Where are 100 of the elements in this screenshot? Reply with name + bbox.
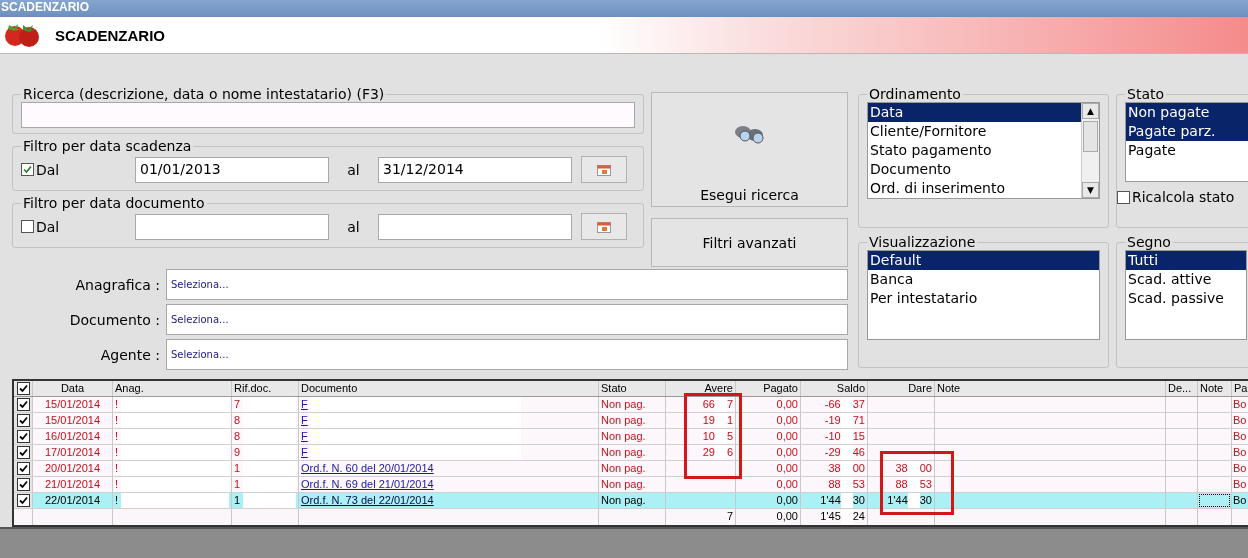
- window-title: SCADENZARIO: [0, 0, 1248, 17]
- list-item[interactable]: Per intestatario: [868, 289, 1099, 308]
- list-item[interactable]: Banca: [868, 270, 1099, 289]
- column-header[interactable]: Rif.doc.: [234, 381, 272, 396]
- scrollbar-thumb[interactable]: [1083, 121, 1098, 152]
- date-field[interactable]: 31/12/2014: [378, 156, 572, 183]
- table-cell: 8: [234, 413, 241, 428]
- check-icon: [23, 165, 32, 174]
- row-checkbox[interactable]: [16, 478, 30, 491]
- column-header[interactable]: Avere: [704, 381, 733, 396]
- date-field[interactable]: [135, 213, 329, 240]
- row-checkbox[interactable]: [16, 414, 30, 427]
- column-header[interactable]: Note: [1200, 381, 1224, 396]
- table-cell: 9: [234, 445, 241, 460]
- table-cell: 53: [852, 477, 865, 492]
- group-title: Filtro per data scadenza: [22, 138, 193, 154]
- list-item[interactable]: Data: [868, 103, 1081, 122]
- table-cell[interactable]: F: [301, 413, 308, 428]
- table-cell[interactable]: Ord.f. N. 73 del 22/01/2014: [301, 493, 434, 508]
- scroll-down-button[interactable]: ▼: [1082, 182, 1099, 198]
- row-checkbox[interactable]: [16, 446, 30, 459]
- table-cell[interactable]: F: [301, 429, 308, 444]
- scroll-up-button[interactable]: ▲: [1082, 103, 1099, 119]
- column-header[interactable]: Note: [937, 381, 961, 396]
- column-header[interactable]: Pagato: [763, 381, 798, 396]
- select-all-checkbox[interactable]: [16, 382, 30, 395]
- table-row[interactable]: 20/01/2014 ! 1 Ord.f. N. 60 del 20/01/2014 Non pag. 0,00 38 00 38 00 Bo: [14, 461, 1248, 477]
- column-header[interactable]: Documento: [301, 381, 358, 396]
- row-checkbox[interactable]: [16, 494, 30, 507]
- table-cell: 0,00: [776, 477, 798, 492]
- calendar-icon: [597, 163, 611, 176]
- table-cell[interactable]: F: [301, 445, 308, 460]
- table-row[interactable]: 17/01/2014 ! 9 F Non pag. 29 6 0,00 -29 46 Bo: [14, 445, 1248, 461]
- table-cell: 46: [852, 445, 865, 460]
- column-header[interactable]: De...: [1168, 381, 1192, 396]
- list-item[interactable]: Documento: [868, 160, 1081, 179]
- redaction-mark: [714, 397, 727, 412]
- table-row[interactable]: 22/01/2014 ! 1 Ord.f. N. 73 del 22/01/2014 Non pag. 0,00 1'44 30 1'44 30 Bo: [14, 493, 1248, 509]
- select-field[interactable]: Seleziona...: [166, 304, 848, 335]
- table-cell: 30: [852, 493, 865, 508]
- column-header[interactable]: Dare: [908, 381, 932, 396]
- list-item[interactable]: Non pagate: [1126, 103, 1248, 122]
- search-field[interactable]: [21, 102, 635, 128]
- table-cell: 0,00: [776, 413, 798, 428]
- table-cell: -10: [824, 429, 841, 444]
- advanced-filters-button[interactable]: Filtri avanzati: [651, 218, 848, 267]
- field-label: al: [346, 218, 361, 235]
- focused-cell[interactable]: [1199, 494, 1230, 507]
- list-item[interactable]: Cliente/Fornitore: [868, 122, 1081, 141]
- list-item[interactable]: Pagate: [1126, 141, 1248, 160]
- list-item[interactable]: Tutti: [1126, 251, 1246, 270]
- redaction-mark: [243, 461, 296, 476]
- list-item[interactable]: Ord. di inserimento: [868, 179, 1081, 198]
- select-field[interactable]: Seleziona...: [166, 269, 848, 300]
- table-cell: !: [115, 477, 119, 492]
- table-cell[interactable]: Ord.f. N. 69 del 21/01/2014: [301, 477, 434, 492]
- table-cell: 0,00: [776, 445, 798, 460]
- search-button[interactable]: Esegui ricerca: [651, 92, 848, 207]
- table-cell[interactable]: Ord.f. N. 60 del 20/01/2014: [301, 461, 434, 476]
- calendar-button[interactable]: [581, 156, 627, 183]
- list-item[interactable]: Stato pagamento: [868, 141, 1081, 160]
- date-checkbox[interactable]: Dal: [21, 161, 135, 178]
- redaction-mark: [907, 477, 920, 492]
- table-cell: -66: [824, 397, 841, 412]
- redaction-mark: [840, 477, 853, 492]
- total-cell-text: 0,00: [776, 509, 798, 524]
- list-item[interactable]: Scad. passive: [1126, 289, 1246, 308]
- row-checkbox[interactable]: [16, 430, 30, 443]
- date-field[interactable]: [378, 213, 572, 240]
- table-cell[interactable]: F: [301, 397, 308, 412]
- table-row[interactable]: 15/01/2014 ! 8 F Non pag. 19 1 0,00 -19 71 Bo: [14, 413, 1248, 429]
- table-cell: 17/01/2014: [44, 445, 101, 460]
- field-label: al: [346, 161, 361, 178]
- field-label: Documento :: [68, 311, 161, 328]
- table-cell: !: [115, 397, 119, 412]
- column-header[interactable]: Stato: [601, 381, 627, 396]
- group-title: Ordinamento: [868, 86, 962, 102]
- table-cell: Non pag.: [601, 493, 646, 508]
- column-header[interactable]: Data: [60, 381, 85, 396]
- calendar-button[interactable]: [581, 213, 627, 240]
- table-cell: Non pag.: [601, 445, 646, 460]
- list-item[interactable]: Default: [868, 251, 1099, 270]
- table-cell: Bo: [1233, 413, 1247, 428]
- list-item[interactable]: Scad. attive: [1126, 270, 1246, 289]
- table-cell: 0,00: [776, 429, 798, 444]
- column-header[interactable]: Anag.: [115, 381, 144, 396]
- row-checkbox[interactable]: [16, 462, 30, 475]
- column-header[interactable]: Pa: [1234, 381, 1248, 396]
- table-cell: 71: [852, 413, 865, 428]
- table-cell: 88: [895, 477, 908, 492]
- table-row[interactable]: 15/01/2014 ! 7 F Non pag. 66 7 0,00 -66 37 Bo: [14, 397, 1248, 413]
- row-checkbox[interactable]: [16, 398, 30, 411]
- date-field[interactable]: 01/01/2013: [135, 156, 329, 183]
- date-checkbox[interactable]: Dal: [21, 218, 135, 235]
- recalc-checkbox[interactable]: Ricalcola stato: [1117, 189, 1247, 205]
- table-cell: 1: [234, 461, 241, 476]
- select-field[interactable]: Seleziona...: [166, 339, 848, 370]
- column-header[interactable]: Saldo: [836, 381, 865, 396]
- table-row[interactable]: 16/01/2014 ! 8 F Non pag. 10 5 0,00 -10 15 Bo: [14, 429, 1248, 445]
- list-item[interactable]: Pagate parz.: [1126, 122, 1248, 141]
